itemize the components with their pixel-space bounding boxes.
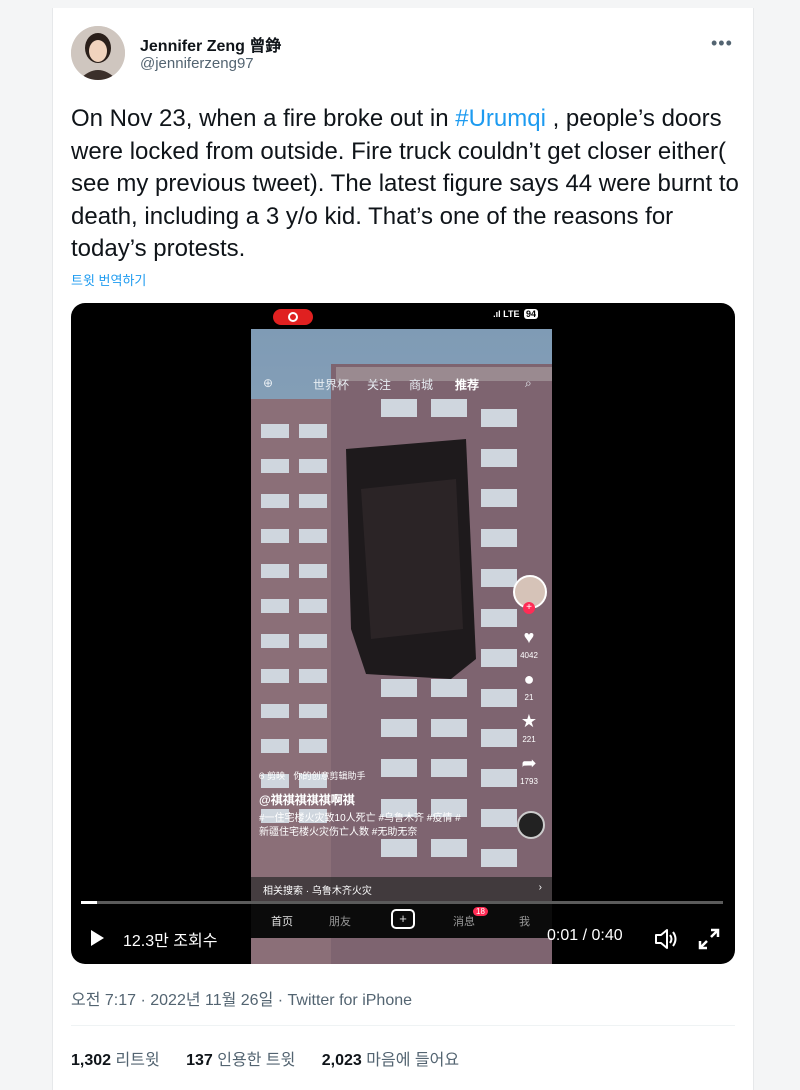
related-search-text: 相关搜索 · 乌鲁木齐火灾: [263, 886, 372, 897]
comment-icon: ●: [523, 669, 535, 689]
signal-icon: .ıl: [493, 309, 504, 319]
tweet-timestamp[interactable]: 오전 7:17 · 2022년 11월 26일 · Twitter for iP…: [71, 986, 412, 1010]
music-disc-icon: [517, 811, 545, 839]
comment-count: 21: [524, 693, 534, 702]
status-lte: LTE: [503, 309, 520, 319]
capcut-icon: Ꮾ: [259, 771, 267, 781]
phone-status-bar: .ıl LTE 94: [493, 309, 538, 319]
building-illustration: [251, 329, 552, 964]
nav-messages: 消息: [453, 916, 475, 928]
nav-create-plus-icon: +: [391, 909, 415, 929]
translate-tweet-link[interactable]: 트윗 번역하기: [71, 270, 146, 289]
video-caption: #一住宅楼火灾致10人死亡 #乌鲁木齐 #疫情 #新疆住宅楼火灾伤亡人数 #无助…: [259, 813, 461, 838]
battery-icon: 94: [523, 309, 538, 319]
app-tag-sub: 你的创意剪辑助手: [293, 771, 366, 781]
phone-top-tabs: ⊕ 世界杯 关注 商城 推荐 ⌕: [251, 373, 552, 399]
screen-record-icon: [273, 309, 313, 325]
video-progress: [81, 901, 98, 904]
chevron-right-icon: ›: [538, 882, 542, 893]
tweet-stats: 1,302 리트윗 137 인용한 트윗 2,023 마음에 들어요: [71, 1046, 481, 1070]
video-username: @祺祺祺祺祺啊祺: [259, 793, 355, 807]
tweet-text: On Nov 23, when a fire broke out in #Uru…: [71, 103, 751, 266]
divider: [71, 1025, 735, 1026]
related-search-bar: 相关搜索 · 乌鲁木齐火灾 ›: [251, 877, 552, 901]
add-icon: ⊕: [263, 376, 274, 390]
burned-building-image: ⊕ 世界杯 关注 商城 推荐 ⌕ + ♥ 4042 ● 21 ★ 221 ➦ 1…: [251, 329, 552, 964]
tab-recommended: 推荐: [455, 378, 480, 392]
more-options-icon[interactable]: •••: [711, 33, 733, 54]
retweets-label: 리트윗: [115, 1052, 160, 1069]
nav-me: 我: [519, 916, 530, 928]
app-tag: Ꮾ 剪映 你的创意剪辑助手: [259, 769, 365, 782]
share-count: 1793: [520, 777, 538, 786]
search-icon: ⌕: [525, 376, 532, 390]
volume-icon[interactable]: [654, 928, 678, 950]
messages-badge: 18: [473, 907, 488, 916]
nav-home: 首页: [271, 916, 293, 928]
author-name[interactable]: Jennifer Zeng 曾錚: [140, 32, 281, 56]
play-icon[interactable]: [91, 930, 104, 946]
likes-stat[interactable]: 2,023 마음에 들어요: [322, 1052, 459, 1069]
likes-count: 2,023: [321, 1052, 362, 1069]
quotes-count: 137: [186, 1052, 213, 1069]
favorite-count: 221: [522, 735, 536, 744]
like-count: 4042: [520, 651, 538, 660]
avatar-photo: [71, 26, 125, 80]
view-count: 12.3만 조회수: [123, 933, 218, 950]
follow-plus-icon: +: [523, 602, 535, 614]
phone-bottom-nav: 首页 朋友 + 消息 18 我: [251, 903, 552, 938]
nav-friends: 朋友: [329, 916, 351, 928]
tweet-text-before: On Nov 23, when a fire broke out in: [71, 105, 456, 132]
avatar[interactable]: [71, 26, 125, 80]
video-frame: .ıl LTE 94 ⊕ 世界杯 关注 商城 推荐 ⌕ + ♥ 4042 ● 2…: [251, 303, 552, 964]
retweets-stat[interactable]: 1,302 리트윗: [71, 1052, 160, 1069]
heart-icon: ♥: [523, 627, 535, 647]
video-timecode: 0:01 / 0:40: [547, 927, 623, 944]
app-tag-name: 剪映: [266, 771, 285, 781]
likes-label: 마음에 들어요: [366, 1052, 460, 1069]
tab-world-cup: 世界杯: [313, 378, 350, 392]
video-player[interactable]: .ıl LTE 94 ⊕ 世界杯 关注 商城 推荐 ⌕ + ♥ 4042 ● 2…: [71, 303, 735, 964]
retweets-count: 1,302: [71, 1052, 112, 1069]
tab-mall: 商城: [409, 378, 434, 392]
quotes-stat[interactable]: 137 인용한 트윗: [186, 1052, 295, 1069]
video-seek-bar[interactable]: [81, 901, 723, 904]
hashtag-link[interactable]: #Urumqi: [455, 105, 546, 132]
star-icon: ★: [520, 711, 538, 731]
fullscreen-icon[interactable]: [698, 928, 720, 950]
tab-following: 关注: [367, 378, 392, 392]
author-handle[interactable]: @jenniferzeng97: [140, 55, 254, 72]
share-icon: ➦: [521, 753, 537, 773]
quotes-label: 인용한 트윗: [217, 1052, 296, 1069]
